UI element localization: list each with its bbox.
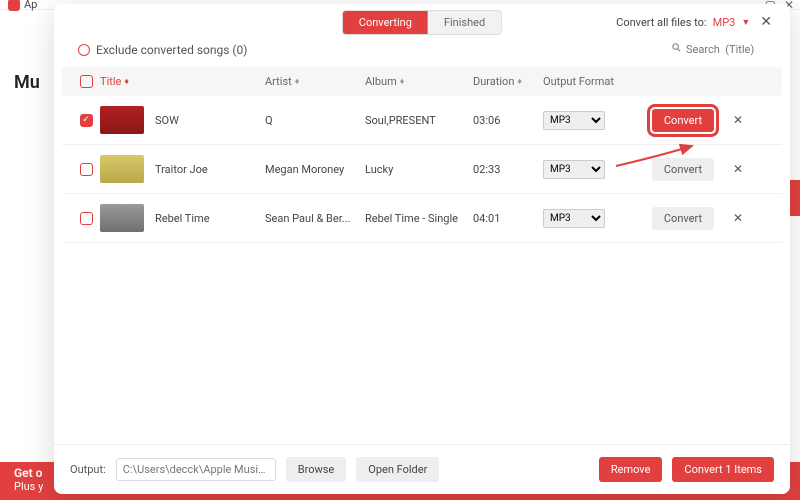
album-art-thumbnail bbox=[100, 204, 144, 232]
song-album: Rebel Time - Single bbox=[365, 212, 473, 225]
album-art-thumbnail bbox=[100, 106, 144, 134]
remove-row-button[interactable]: ✕ bbox=[733, 162, 743, 176]
song-title: SOW bbox=[155, 114, 179, 127]
convert-items-button[interactable]: Convert 1 Items bbox=[672, 457, 774, 482]
tab-converting[interactable]: Converting bbox=[343, 11, 428, 34]
exclude-label: Exclude converted songs (0) bbox=[96, 43, 247, 57]
select-all-checkbox[interactable] bbox=[80, 75, 93, 88]
search-input[interactable] bbox=[686, 43, 766, 56]
row-checkbox[interactable] bbox=[80, 212, 93, 225]
album-art-thumbnail bbox=[100, 155, 144, 183]
open-folder-button[interactable]: Open Folder bbox=[356, 457, 439, 482]
convert-all-control: Convert all files to: MP3 ▼ ✕ bbox=[616, 14, 776, 30]
header-title[interactable]: Title♦ bbox=[100, 75, 265, 88]
modal-header: Converting Finished Convert all files to… bbox=[54, 4, 790, 38]
modal-footer: Output: C:\Users\decck\Apple Music... Br… bbox=[54, 444, 790, 494]
song-album: Soul,PRESENT bbox=[365, 114, 473, 127]
song-artist: Megan Moroney bbox=[265, 163, 365, 176]
converter-modal: Converting Finished Convert all files to… bbox=[54, 4, 790, 494]
row-checkbox[interactable]: ✓ bbox=[80, 114, 93, 127]
radio-icon bbox=[78, 44, 90, 56]
header-duration[interactable]: Duration♦ bbox=[473, 75, 543, 88]
format-select[interactable]: MP3 bbox=[543, 209, 605, 228]
header-artist[interactable]: Artist♦ bbox=[265, 75, 365, 88]
convert-button[interactable]: Convert bbox=[652, 158, 714, 181]
modal-toolbar: Exclude converted songs (0) bbox=[54, 38, 790, 67]
bg-brand: Mu bbox=[14, 72, 40, 93]
format-select[interactable]: MP3 bbox=[543, 160, 605, 179]
song-album: Lucky bbox=[365, 163, 473, 176]
convert-all-value[interactable]: MP3 bbox=[713, 16, 736, 29]
app-title: Ap bbox=[24, 0, 37, 11]
song-duration: 03:06 bbox=[473, 114, 543, 127]
sort-icon: ♦ bbox=[124, 76, 129, 87]
song-title: Rebel Time bbox=[155, 212, 210, 225]
song-table: Title♦ Artist♦ Album♦ Duration♦ Output F… bbox=[54, 67, 790, 444]
app-logo-icon bbox=[8, 0, 20, 11]
table-header: Title♦ Artist♦ Album♦ Duration♦ Output F… bbox=[62, 67, 782, 96]
browse-button[interactable]: Browse bbox=[286, 457, 347, 482]
convert-button[interactable]: Convert bbox=[652, 207, 714, 230]
song-duration: 02:33 bbox=[473, 163, 543, 176]
header-output-format: Output Format bbox=[543, 75, 638, 88]
sort-icon: ♦ bbox=[517, 76, 522, 87]
header-album[interactable]: Album♦ bbox=[365, 75, 473, 88]
sort-icon: ♦ bbox=[400, 76, 405, 87]
table-row: Traitor Joe Megan Moroney Lucky 02:33 MP… bbox=[62, 145, 782, 194]
output-label: Output: bbox=[70, 463, 106, 476]
remove-button[interactable]: Remove bbox=[599, 457, 663, 482]
format-select[interactable]: MP3 bbox=[543, 111, 605, 130]
sort-icon: ♦ bbox=[295, 76, 300, 87]
convert-button[interactable]: Convert bbox=[652, 109, 714, 132]
remove-row-button[interactable]: ✕ bbox=[733, 113, 743, 127]
output-path[interactable]: C:\Users\decck\Apple Music... bbox=[116, 458, 276, 481]
table-row: ✓ SOW Q Soul,PRESENT 03:06 MP3 Convert ✕ bbox=[62, 96, 782, 145]
search-icon bbox=[671, 42, 682, 56]
chevron-down-icon[interactable]: ▼ bbox=[741, 17, 750, 28]
tab-finished[interactable]: Finished bbox=[428, 11, 501, 34]
search-box[interactable] bbox=[671, 42, 766, 57]
song-artist: Q bbox=[265, 114, 365, 127]
convert-all-label: Convert all files to: bbox=[616, 16, 706, 29]
remove-row-button[interactable]: ✕ bbox=[733, 211, 743, 225]
song-title: Traitor Joe bbox=[155, 163, 208, 176]
song-artist: Sean Paul & Ber... bbox=[265, 212, 365, 225]
table-row: Rebel Time Sean Paul & Ber... Rebel Time… bbox=[62, 194, 782, 243]
exclude-toggle[interactable]: Exclude converted songs (0) bbox=[78, 43, 247, 57]
song-duration: 04:01 bbox=[473, 212, 543, 225]
modal-close-button[interactable]: ✕ bbox=[756, 14, 776, 30]
tab-group: Converting Finished bbox=[342, 10, 502, 35]
row-checkbox[interactable] bbox=[80, 163, 93, 176]
table-body: ✓ SOW Q Soul,PRESENT 03:06 MP3 Convert ✕… bbox=[62, 96, 782, 243]
